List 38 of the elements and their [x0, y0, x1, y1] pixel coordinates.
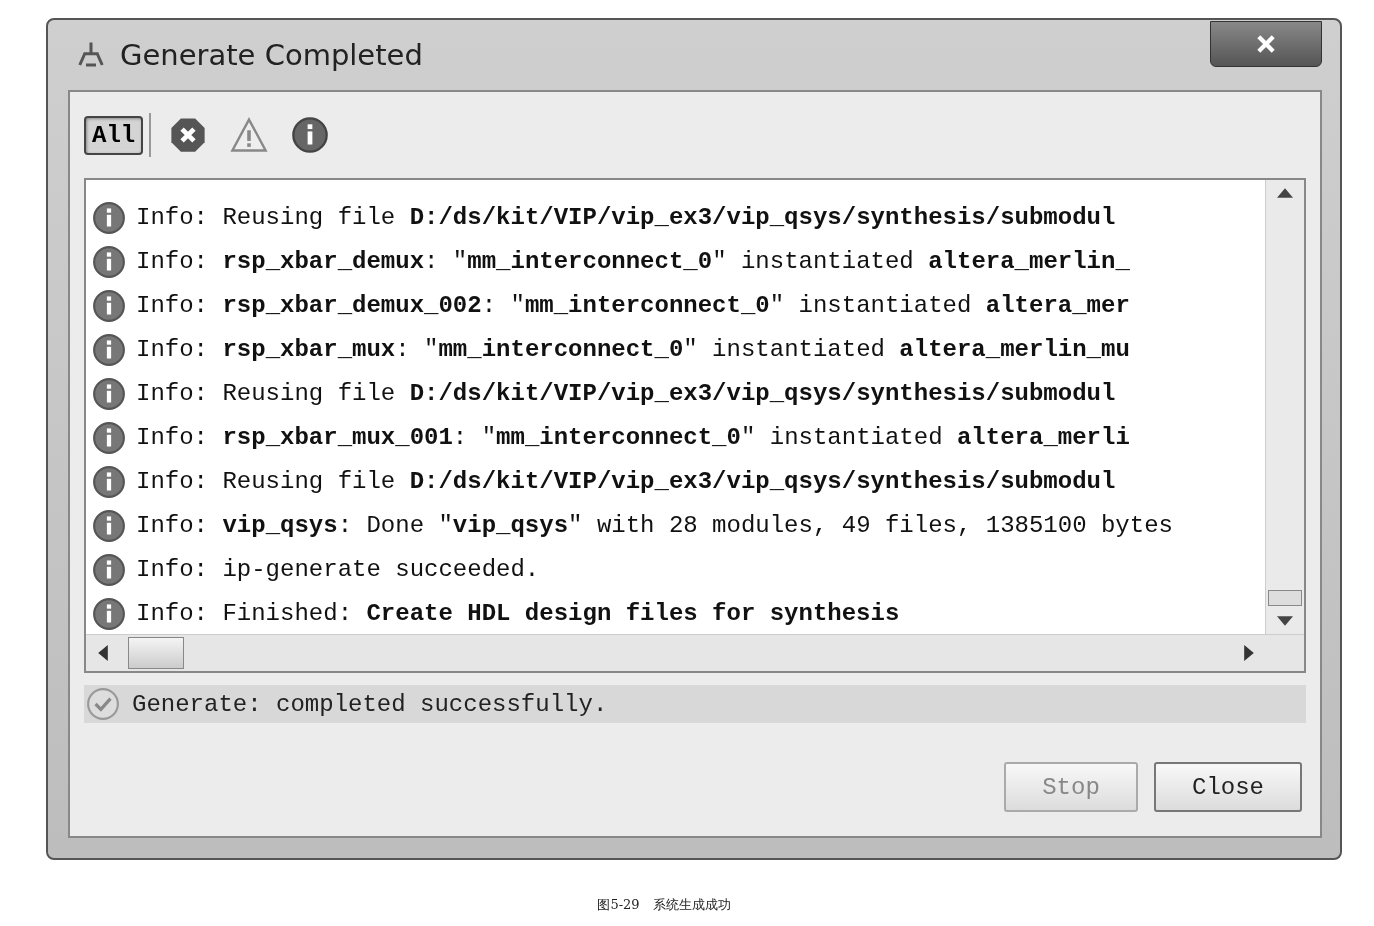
- status-message: Generate: completed successfully.: [132, 690, 608, 718]
- log-message: Info: ip-generate succeeded.: [136, 556, 540, 583]
- info-icon: [92, 596, 126, 631]
- log-message: Info: Reusing file D:/ds/kit/VIP/vip_ex3/vip_qsys/synthesis/submodul: [136, 204, 1116, 231]
- log-message: Info: vip_qsys: Done "vip_qsys" with 28 modules, 49 files, 1385100 bytes: [136, 512, 1173, 539]
- dialog-button[interactable]: Close: [1154, 762, 1302, 812]
- close-button[interactable]: [1210, 21, 1322, 67]
- log-message: Info: Reusing file D:/ds/kit/VIP/vip_ex3/vip_qsys/synthesis/submodul: [136, 380, 1116, 407]
- scroll-right-icon[interactable]: [1244, 645, 1254, 661]
- horizontal-scrollbar[interactable]: [86, 634, 1304, 671]
- vertical-scrollbar[interactable]: [1265, 180, 1304, 634]
- log-message: Info: Reusing file D:/ds/kit/VIP/vip_ex3/vip_qsys/synthesis/submodul: [136, 468, 1116, 495]
- scroll-down-icon[interactable]: [1277, 616, 1293, 626]
- info-icon: [92, 244, 126, 279]
- warning-icon: [229, 116, 270, 154]
- info-icon: [92, 376, 126, 411]
- scroll-left-icon[interactable]: [98, 645, 108, 661]
- log-message: Info: rsp_xbar_mux: "mm_interconnect_0" instantiated altera_merlin_mu: [136, 336, 1130, 363]
- app-icon: [76, 40, 106, 70]
- info-icon: [291, 116, 330, 154]
- info-icon: [92, 200, 126, 235]
- all-filter-button[interactable]: All: [84, 115, 144, 155]
- scroll-thumb[interactable]: [1268, 590, 1302, 606]
- figure-caption: 图5-29 系统生成成功: [596, 896, 732, 914]
- info-icon: [92, 508, 126, 543]
- error-icon: [169, 116, 208, 154]
- scroll-up-icon[interactable]: [1277, 188, 1293, 198]
- info-icon: [92, 332, 126, 367]
- info-icon: [92, 288, 126, 323]
- log-message: Info: rsp_xbar_demux_002: "mm_interconnect_0" instantiated altera_mer: [136, 292, 1130, 319]
- log-message: Info: rsp_xbar_mux_001: "mm_interconnect_0" instantiated altera_merli: [136, 424, 1130, 451]
- log-message: Info: Finished: Create HDL design files for synthesis: [136, 600, 900, 627]
- info-icon: [92, 420, 126, 455]
- scroll-thumb[interactable]: [128, 637, 184, 669]
- info-icon: [92, 464, 126, 499]
- log-message: Info: rsp_xbar_demux: "mm_interconnect_0" instantiated altera_merlin_: [136, 248, 1130, 275]
- window-title: Generate Completed: [120, 38, 424, 72]
- info-icon: [92, 552, 126, 587]
